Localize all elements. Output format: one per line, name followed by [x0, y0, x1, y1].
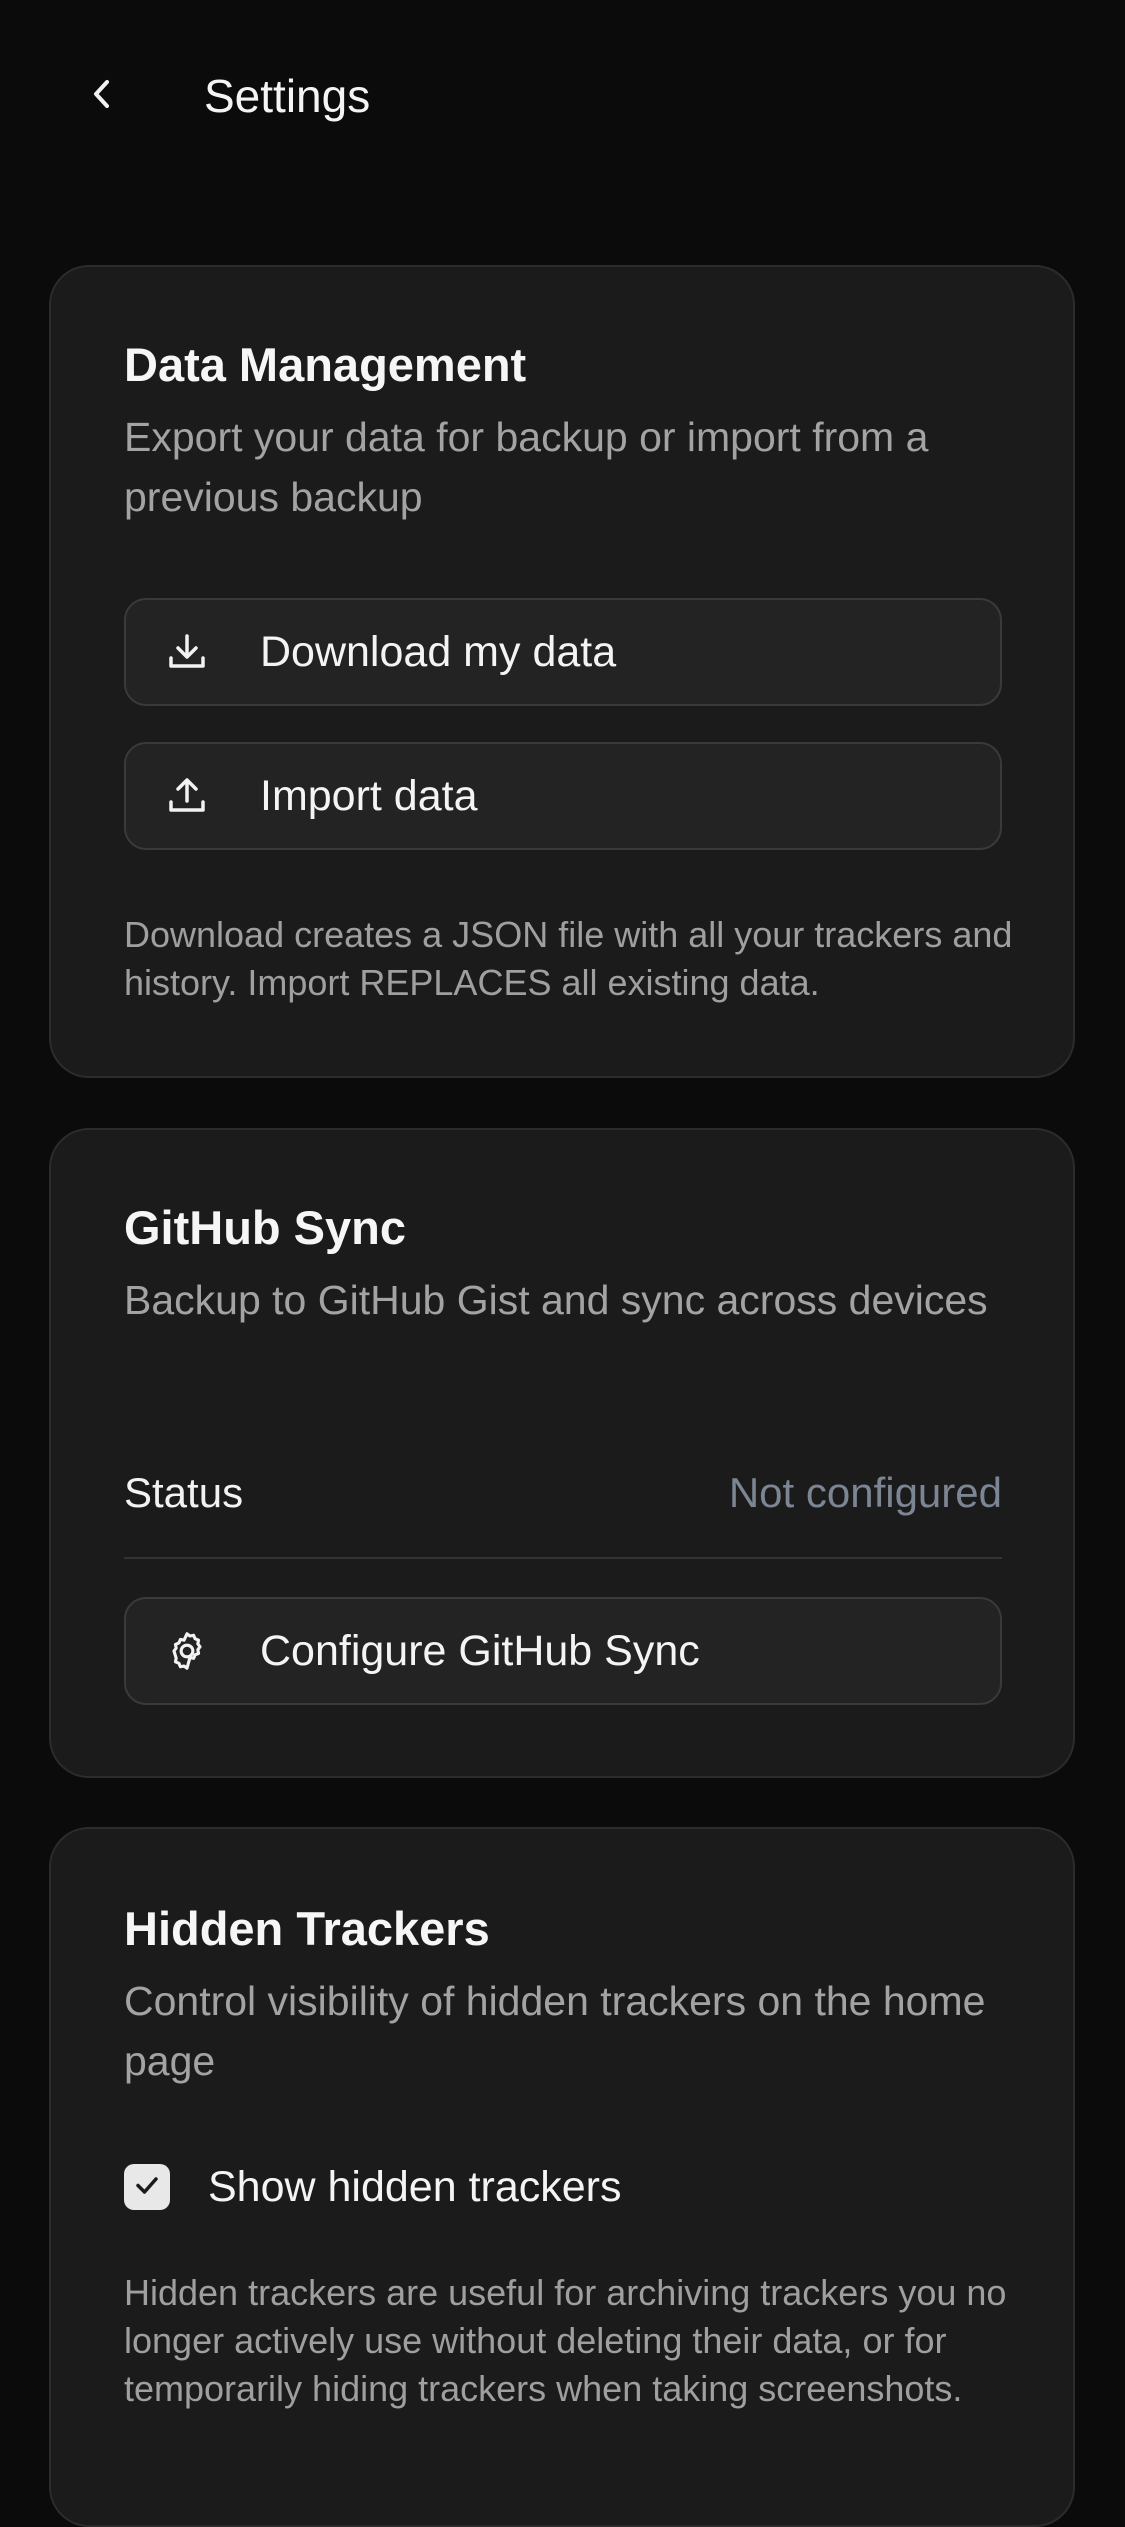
import-data-button[interactable]: Import data — [124, 742, 1002, 850]
github-sync-title: GitHub Sync — [124, 1201, 407, 1254]
gear-icon — [164, 1628, 210, 1674]
hidden-trackers-note: Hidden trackers are useful for archiving… — [124, 2272, 1007, 2409]
show-hidden-trackers-toggle[interactable]: Show hidden trackers — [124, 2157, 622, 2217]
upload-icon — [164, 773, 210, 819]
download-data-label: Download my data — [260, 627, 617, 676]
github-sync-card: GitHub Sync Backup to GitHub Gist and sy… — [49, 1128, 1075, 1778]
download-data-button[interactable]: Download my data — [124, 598, 1002, 706]
hidden-trackers-description: Control visibility of hidden trackers on… — [124, 1978, 986, 2084]
download-icon — [164, 629, 210, 675]
data-management-title: Data Management — [124, 338, 527, 391]
sync-status-row: Status Not configured — [124, 1453, 1002, 1533]
back-button[interactable] — [72, 66, 132, 126]
check-icon — [131, 2169, 163, 2206]
status-divider — [124, 1557, 1002, 1559]
status-value: Not configured — [728, 1469, 1002, 1516]
hidden-trackers-card: Hidden Trackers Control visibility of hi… — [49, 1827, 1075, 2527]
chevron-left-icon — [89, 74, 115, 119]
hidden-trackers-title: Hidden Trackers — [124, 1902, 490, 1955]
configure-github-sync-label: Configure GitHub Sync — [260, 1626, 700, 1675]
top-bar: Settings — [0, 0, 1125, 190]
show-hidden-trackers-label: Show hidden trackers — [208, 2162, 622, 2211]
data-management-card: Data Management Export your data for bac… — [49, 265, 1075, 1078]
data-management-note: Download creates a JSON file with all yo… — [124, 914, 1013, 1003]
configure-github-sync-button[interactable]: Configure GitHub Sync — [124, 1597, 1002, 1705]
status-label: Status — [124, 1469, 244, 1516]
show-hidden-trackers-checkbox[interactable] — [124, 2164, 170, 2210]
data-management-description: Export your data for backup or import fr… — [124, 414, 929, 520]
github-sync-description: Backup to GitHub Gist and sync across de… — [124, 1277, 988, 1323]
import-data-label: Import data — [260, 771, 478, 820]
page-title: Settings — [204, 70, 371, 122]
